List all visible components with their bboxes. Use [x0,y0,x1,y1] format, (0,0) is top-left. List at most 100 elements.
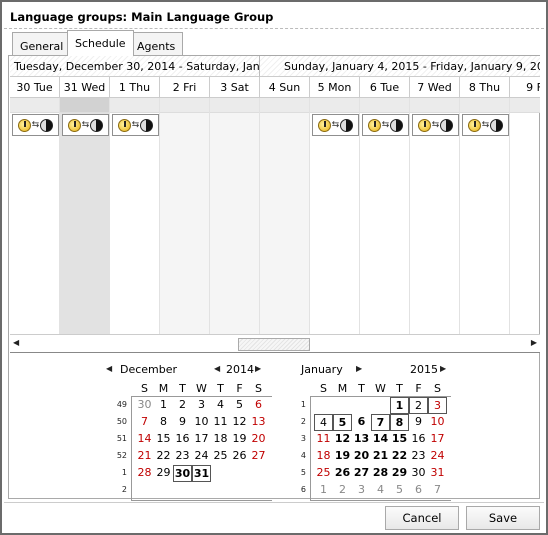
all-day-strip[interactable] [260,98,309,113]
day-column[interactable] [210,98,260,352]
calendar-day[interactable]: 18 [314,448,333,465]
calendar-day[interactable]: 15 [390,431,409,448]
all-day-strip[interactable] [310,98,359,113]
all-day-strip[interactable] [60,98,109,113]
calendar-day[interactable]: 26 [333,465,352,482]
calendar-day[interactable]: 9 [173,414,192,431]
calendar-day[interactable]: 13 [352,431,371,448]
scrollbar-thumb[interactable] [238,338,310,351]
day-header[interactable]: 2 Fri [160,77,210,98]
calendar-day[interactable]: 3 [352,482,371,499]
all-day-strip[interactable] [360,98,409,113]
calendar-day[interactable]: 19 [230,431,249,448]
all-day-strip[interactable] [410,98,459,113]
calendar-day[interactable]: 29 [154,465,173,482]
cancel-button[interactable]: Cancel [385,506,459,530]
calendar-day[interactable]: 5 [390,482,409,499]
calendar-day[interactable]: 20 [249,431,268,448]
all-day-strip[interactable] [210,98,259,113]
calendar-day[interactable]: 11 [211,414,230,431]
calendar-day[interactable]: 2 [333,482,352,499]
day-header[interactable]: 31 Wed [60,77,110,98]
calendar-day[interactable]: 20 [352,448,371,465]
calendar-day[interactable]: 3 [428,397,447,414]
calendar-day[interactable]: 5 [333,414,352,431]
calendar-day[interactable]: 13 [249,414,268,431]
next-month-icon[interactable]: ▶ [356,364,362,373]
calendar-day[interactable]: 14 [135,431,154,448]
all-day-strip[interactable] [460,98,509,113]
day-header[interactable]: 4 Sun [260,77,310,98]
day-header[interactable]: 9 F [510,77,540,98]
day-header[interactable]: 7 Wed [410,77,460,98]
calendar-day[interactable]: 23 [409,448,428,465]
day-column[interactable]: ⇆ [410,98,460,352]
day-column[interactable]: ⇆ [460,98,510,352]
day-night-icon[interactable]: ⇆ [12,114,59,136]
day-night-icon[interactable]: ⇆ [112,114,159,136]
save-button[interactable]: Save [466,506,540,530]
calendar-day[interactable]: 27 [249,448,268,465]
calendar-day[interactable]: 28 [135,465,154,482]
all-day-strip[interactable] [110,98,159,113]
tab-agents[interactable]: Agents [129,32,184,56]
calendar-day[interactable]: 23 [173,448,192,465]
calendar-day[interactable]: 29 [390,465,409,482]
calendar-day[interactable]: 9 [409,414,428,431]
day-column[interactable]: ⇆ [110,98,160,352]
calendar-day[interactable]: 7 [371,414,390,431]
day-header[interactable]: 5 Mon [310,77,360,98]
calendar-day[interactable]: 1 [390,397,409,414]
calendar-day[interactable]: 8 [390,414,409,431]
calendar-day[interactable]: 1 [154,397,173,414]
calendar-day[interactable]: 31 [428,465,447,482]
calendar-day[interactable]: 6 [409,482,428,499]
all-day-strip[interactable] [10,98,59,113]
day-column[interactable] [160,98,210,352]
calendar-day[interactable]: 25 [211,448,230,465]
calendar-day[interactable]: 6 [352,414,371,431]
calendar-day[interactable]: 7 [428,482,447,499]
day-column[interactable]: ⇆ [60,98,110,352]
calendar-day[interactable]: 24 [428,448,447,465]
calendar-day[interactable]: 12 [333,431,352,448]
calendar-day[interactable]: 10 [428,414,447,431]
day-night-icon[interactable]: ⇆ [312,114,359,136]
prev-year-icon[interactable]: ◀ [214,364,220,373]
all-day-strip[interactable] [160,98,209,113]
calendar-day[interactable]: 22 [390,448,409,465]
calendar-day[interactable]: 24 [192,448,211,465]
calendar-day[interactable]: 15 [154,431,173,448]
day-night-icon[interactable]: ⇆ [462,114,509,136]
horizontal-scrollbar[interactable]: ◀ ▶ [10,334,540,352]
scroll-right-arrow-icon[interactable]: ▶ [531,338,537,347]
calendar-day[interactable]: 4 [371,482,390,499]
calendar-day[interactable]: 16 [409,431,428,448]
day-column[interactable] [510,98,540,352]
next-year-icon[interactable]: ▶ [440,364,446,373]
calendar-day[interactable]: 12 [230,414,249,431]
calendar-day[interactable]: 28 [371,465,390,482]
calendar-day[interactable]: 2 [409,397,428,414]
tab-general[interactable]: General [12,32,72,56]
day-night-icon[interactable]: ⇆ [362,114,409,136]
calendar-day[interactable]: 17 [192,431,211,448]
calendar-day[interactable]: 27 [352,465,371,482]
day-header[interactable]: 30 Tue [10,77,60,98]
day-header[interactable]: 1 Thu [110,77,160,98]
calendar-day[interactable]: 18 [211,431,230,448]
calendar-day[interactable]: 19 [333,448,352,465]
calendar-day[interactable]: 1 [314,482,333,499]
calendar-day[interactable]: 30 [409,465,428,482]
calendar-day[interactable]: 22 [154,448,173,465]
calendar-day[interactable]: 2 [173,397,192,414]
day-header[interactable]: 8 Thu [460,77,510,98]
calendar-day[interactable]: 30 [135,397,154,414]
calendar-day[interactable]: 7 [135,414,154,431]
all-day-strip[interactable] [510,98,540,113]
calendar-day[interactable]: 6 [249,397,268,414]
day-header[interactable]: 6 Tue [360,77,410,98]
calendar-day[interactable]: 30 [173,465,192,482]
calendar-day[interactable]: 14 [371,431,390,448]
day-header[interactable]: 3 Sat [210,77,260,98]
